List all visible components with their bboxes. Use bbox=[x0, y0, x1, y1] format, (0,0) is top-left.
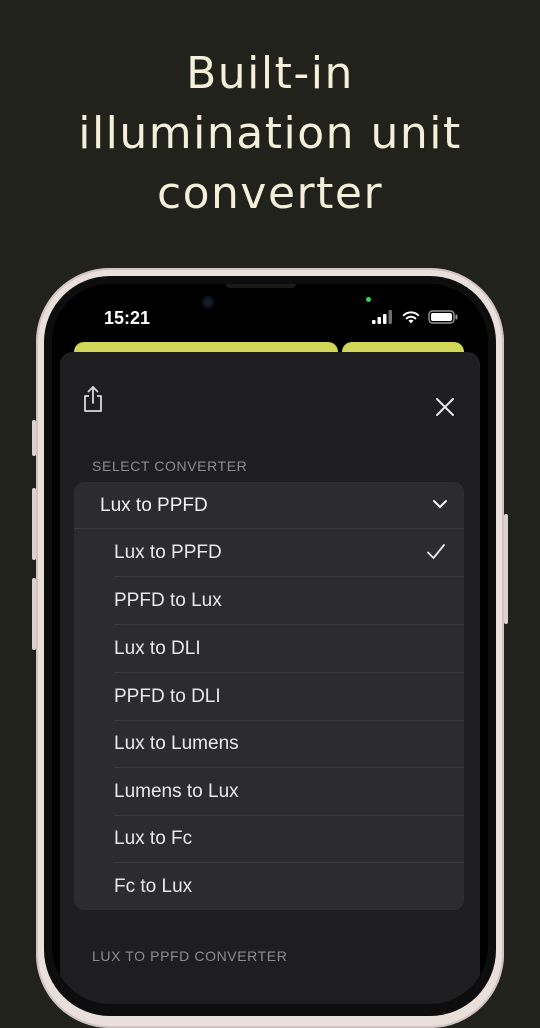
option-label: Lux to PPFD bbox=[114, 542, 222, 563]
option-lux-to-ppfd[interactable]: Lux to PPFD bbox=[114, 529, 464, 577]
option-label: Lux to DLI bbox=[114, 638, 201, 659]
option-label: Lumens to Lux bbox=[114, 781, 239, 802]
option-lux-to-lumens[interactable]: Lux to Lumens bbox=[114, 720, 464, 768]
converter-dropdown[interactable]: Lux to PPFD Lux to PPFD PPFD to Lux Lux … bbox=[74, 482, 464, 910]
option-label: Lux to Lumens bbox=[114, 733, 239, 754]
option-lumens-to-lux[interactable]: Lumens to Lux bbox=[114, 768, 464, 816]
phone-screen: 15:21 SELECT CONVERTER Lux to PPFD Lux t… bbox=[52, 284, 488, 1004]
wifi-icon bbox=[402, 311, 420, 324]
checkmark-icon bbox=[427, 544, 445, 559]
option-ppfd-to-dli[interactable]: PPFD to DLI bbox=[114, 673, 464, 721]
option-lux-to-fc[interactable]: Lux to Fc bbox=[114, 815, 464, 863]
side-button-silent bbox=[32, 420, 36, 456]
headline-line-2: illumination unit bbox=[78, 108, 462, 159]
close-icon[interactable] bbox=[434, 396, 456, 418]
chevron-down-icon bbox=[433, 500, 447, 508]
option-label: PPFD to Lux bbox=[114, 590, 222, 611]
lux-to-ppfd-converter-label: LUX TO PPFD CONVERTER bbox=[92, 948, 288, 964]
dropdown-header[interactable]: Lux to PPFD bbox=[74, 482, 464, 529]
headline-line-1: Built-in bbox=[186, 48, 354, 99]
headline-line-3: converter bbox=[156, 168, 384, 219]
option-label: PPFD to DLI bbox=[114, 686, 221, 707]
side-button-power bbox=[504, 514, 508, 624]
option-label: Fc to Lux bbox=[114, 876, 193, 897]
side-button-volume-up bbox=[32, 488, 36, 560]
status-time: 15:21 bbox=[104, 308, 151, 328]
option-ppfd-to-lux[interactable]: PPFD to Lux bbox=[114, 577, 464, 625]
select-converter-label: SELECT CONVERTER bbox=[92, 458, 248, 474]
converter-sheet: SELECT CONVERTER Lux to PPFD Lux to PPFD… bbox=[60, 352, 480, 1004]
headline: Built-in illumination unit converter bbox=[0, 44, 540, 224]
option-fc-to-lux[interactable]: Fc to Lux bbox=[114, 863, 464, 910]
option-label: Lux to Fc bbox=[114, 828, 193, 849]
front-camera-icon bbox=[202, 296, 214, 308]
battery-icon bbox=[428, 310, 458, 324]
camera-indicator-dot bbox=[366, 297, 371, 302]
status-icons bbox=[372, 310, 458, 324]
side-button-volume-down bbox=[32, 578, 36, 650]
speaker-grille bbox=[226, 284, 296, 288]
share-icon[interactable] bbox=[80, 384, 106, 414]
dropdown-selected-value: Lux to PPFD bbox=[100, 495, 208, 516]
signal-icon bbox=[372, 310, 392, 324]
option-lux-to-dli[interactable]: Lux to DLI bbox=[114, 625, 464, 673]
